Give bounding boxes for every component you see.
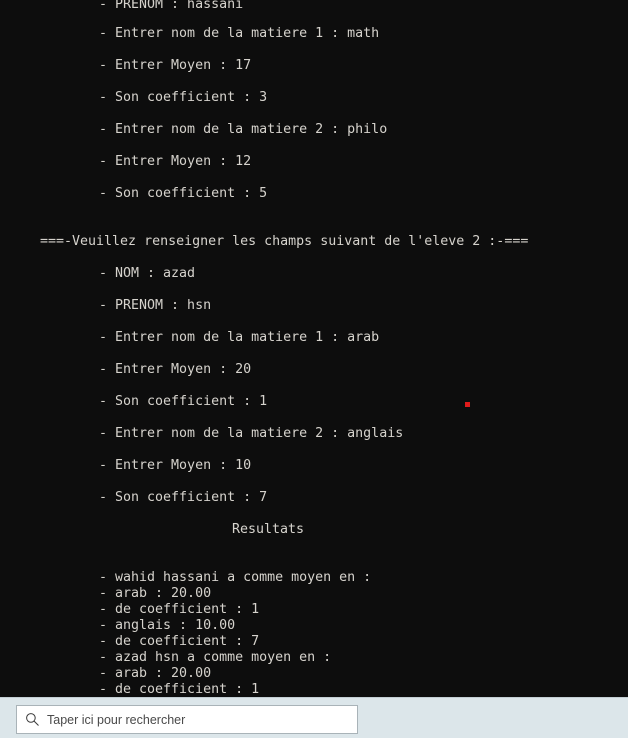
terminal-line-13: - Entrer nom de la matiere 2 : anglais (99, 426, 404, 441)
search-icon (17, 706, 47, 733)
terminal-line-11: - Entrer Moyen : 20 (99, 362, 252, 377)
result-line-5: - azad hsn a comme moyen en : (99, 650, 332, 665)
terminal-line-12: - Son coefficient : 1 (99, 394, 268, 409)
terminal-line-6: - Son coefficient : 5 (99, 186, 268, 201)
screen: - PRENOM : hassani - Entrer nom de la mat… (0, 0, 628, 738)
result-line-1: - arab : 20.00 (99, 586, 212, 601)
windows-taskbar: Taper ici pour rechercher 1 (0, 697, 628, 738)
result-line-6: - arab : 20.00 (99, 666, 212, 681)
result-line-0: - wahid hassani a comme moyen en : (99, 570, 372, 585)
terminal-line-0: - PRENOM : hassani (99, 0, 244, 12)
terminal-line-5: - Entrer Moyen : 12 (99, 154, 252, 169)
terminal-console[interactable]: - PRENOM : hassani - Entrer nom de la mat… (0, 0, 628, 697)
taskbar-search-box[interactable]: Taper ici pour rechercher (16, 705, 358, 734)
terminal-line-4: - Entrer nom de la matiere 2 : philo (99, 122, 388, 137)
terminal-line-2: - Entrer Moyen : 17 (99, 58, 252, 73)
result-line-2: - de coefficient : 1 (99, 602, 260, 617)
result-line-3: - anglais : 10.00 (99, 618, 236, 633)
terminal-line-8: - NOM : azad (99, 266, 196, 281)
red-marker-dot (465, 402, 470, 407)
terminal-line-7: ===-Veuillez renseigner les champs suiva… (40, 234, 529, 249)
search-placeholder-text: Taper ici pour rechercher (47, 712, 186, 727)
result-line-7: - de coefficient : 1 (99, 682, 260, 697)
terminal-line-3: - Son coefficient : 3 (99, 90, 268, 105)
terminal-line-15: - Son coefficient : 7 (99, 490, 268, 505)
terminal-line-1: - Entrer nom de la matiere 1 : math (99, 26, 380, 41)
terminal-line-16: Resultats (232, 522, 305, 537)
terminal-line-10: - Entrer nom de la matiere 1 : arab (99, 330, 380, 345)
result-line-4: - de coefficient : 7 (99, 634, 260, 649)
terminal-line-9: - PRENOM : hsn (99, 298, 212, 313)
terminal-line-14: - Entrer Moyen : 10 (99, 458, 252, 473)
